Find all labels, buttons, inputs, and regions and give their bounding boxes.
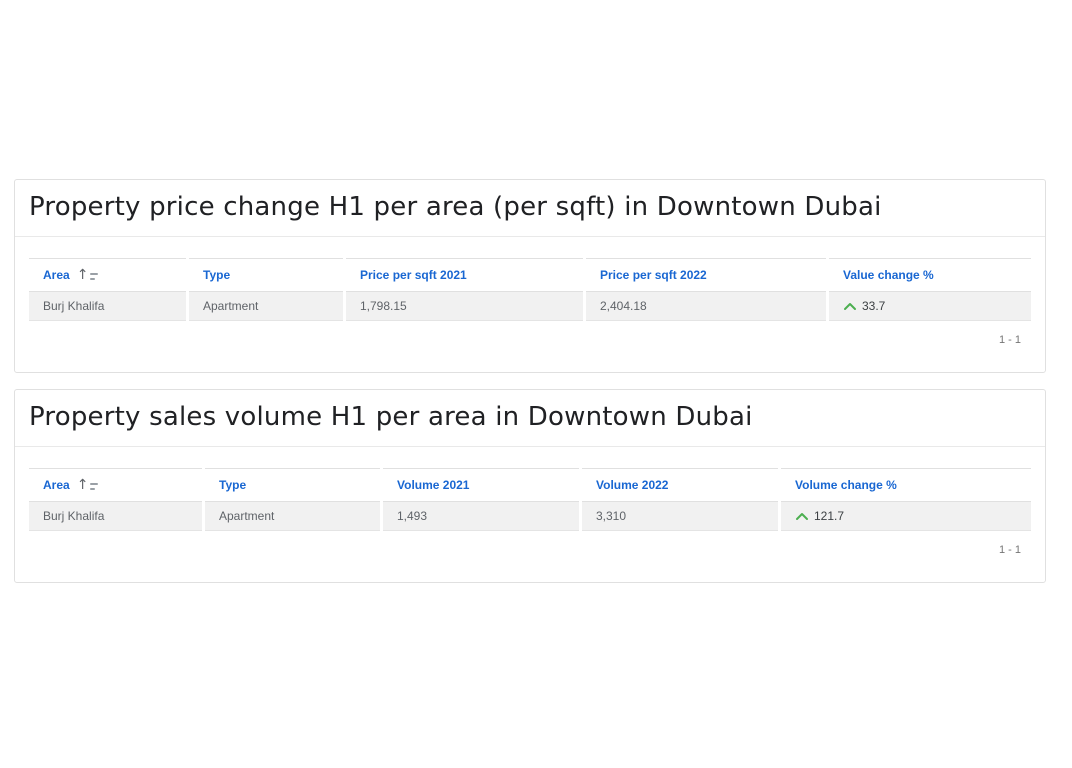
sales-volume-table: Area ↑ Type Volume 2021 Volume 2022 Volu…	[29, 468, 1031, 556]
sales-volume-table-title: Property sales volume H1 per area in Dow…	[15, 390, 1045, 447]
sort-bars-icon	[90, 483, 98, 490]
cell-area: Burj Khalifa	[29, 502, 202, 531]
card-bottom-space	[15, 346, 1045, 372]
column-header-area[interactable]: Area ↑	[29, 258, 186, 292]
cell-value-change: 33.7	[829, 292, 1031, 321]
price-change-table-title: Property price change H1 per area (per s…	[15, 180, 1045, 237]
column-header-label: Area	[43, 268, 70, 282]
column-header-label: Price per sqft 2022	[600, 268, 707, 282]
pagination: 1 - 1	[29, 544, 1031, 556]
table-row[interactable]: Burj Khalifa Apartment 1,493 3,310 121.7	[29, 502, 1031, 531]
column-header-label: Value change %	[843, 268, 934, 282]
cell-type: Apartment	[205, 502, 380, 531]
column-header-area[interactable]: Area ↑	[29, 468, 202, 502]
card-bottom-space	[15, 556, 1045, 582]
price-change-table: Area ↑ Type Price per sqft 2021 Price pe…	[29, 258, 1031, 346]
column-header-value-change[interactable]: Value change %	[829, 258, 1031, 292]
cell-type: Apartment	[189, 292, 343, 321]
cell-price-2021: 1,798.15	[346, 292, 583, 321]
column-header-price-2021[interactable]: Price per sqft 2021	[346, 258, 583, 292]
column-header-label: Price per sqft 2021	[360, 268, 467, 282]
table-header-row: Area ↑ Type Price per sqft 2021 Price pe…	[29, 258, 1031, 292]
sales-volume-card: Property sales volume H1 per area in Dow…	[14, 389, 1046, 583]
column-header-label: Volume 2021	[397, 478, 469, 492]
table-header-row: Area ↑ Type Volume 2021 Volume 2022 Volu…	[29, 468, 1031, 502]
column-header-volume-2022[interactable]: Volume 2022	[582, 468, 778, 502]
column-header-volume-2021[interactable]: Volume 2021	[383, 468, 579, 502]
sort-ascending-icon[interactable]: ↑	[77, 268, 99, 282]
change-value: 33.7	[862, 299, 885, 313]
column-header-label: Type	[203, 268, 230, 282]
column-header-type[interactable]: Type	[205, 468, 380, 502]
cell-volume-2021: 1,493	[383, 502, 579, 531]
column-header-volume-change[interactable]: Volume change %	[781, 468, 1031, 502]
column-header-label: Area	[43, 478, 70, 492]
table-row[interactable]: Burj Khalifa Apartment 1,798.15 2,404.18…	[29, 292, 1031, 321]
price-change-card: Property price change H1 per area (per s…	[14, 179, 1046, 373]
pagination: 1 - 1	[29, 334, 1031, 346]
trend-up-icon	[795, 511, 809, 521]
cell-area: Burj Khalifa	[29, 292, 186, 321]
column-header-label: Volume change %	[795, 478, 897, 492]
change-value: 121.7	[814, 509, 844, 523]
sort-bars-icon	[90, 273, 98, 280]
cell-volume-change: 121.7	[781, 502, 1031, 531]
cell-price-2022: 2,404.18	[586, 292, 826, 321]
column-header-label: Type	[219, 478, 246, 492]
column-header-label: Volume 2022	[596, 478, 668, 492]
sort-ascending-icon[interactable]: ↑	[77, 478, 99, 492]
trend-up-icon	[843, 301, 857, 311]
column-header-price-2022[interactable]: Price per sqft 2022	[586, 258, 826, 292]
cell-volume-2022: 3,310	[582, 502, 778, 531]
column-header-type[interactable]: Type	[189, 258, 343, 292]
